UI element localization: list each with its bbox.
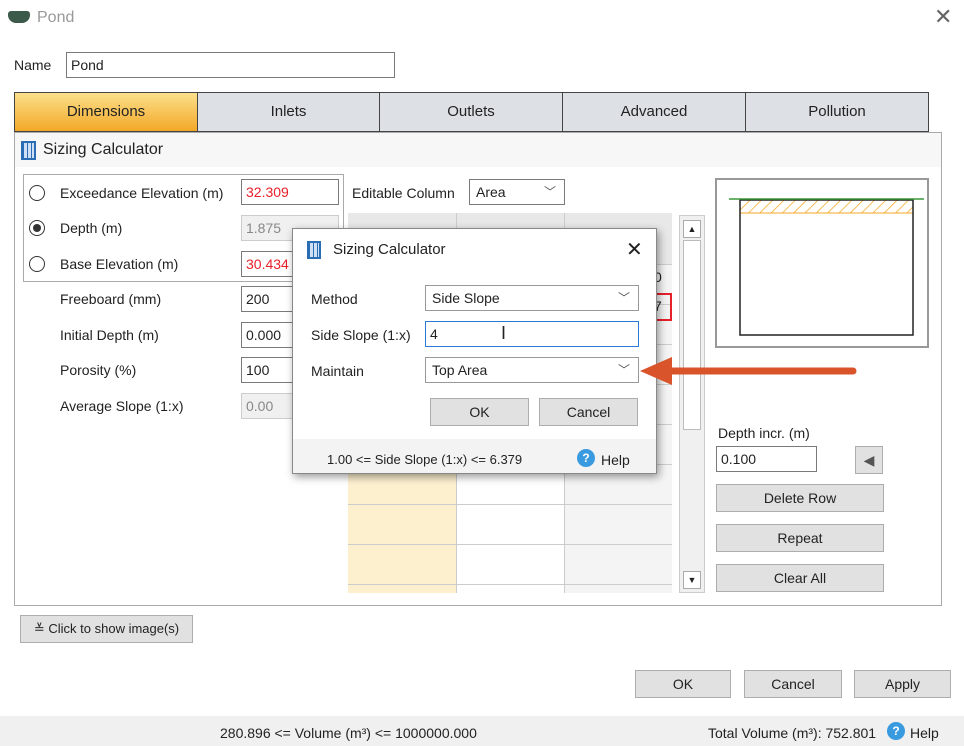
arrow-left-button[interactable]: ◀: [855, 446, 883, 474]
scroll-down-icon[interactable]: ▼: [683, 571, 701, 589]
cancel-button[interactable]: Cancel: [744, 670, 842, 698]
clear-all-button[interactable]: Clear All: [716, 564, 884, 592]
tab-advanced[interactable]: Advanced: [562, 92, 746, 132]
depth-incr-input[interactable]: 0.100: [716, 446, 817, 472]
total-volume: Total Volume (m³): 752.801: [708, 725, 877, 741]
window-title: Pond: [37, 9, 75, 26]
show-images-label: Click to show image(s): [48, 621, 180, 636]
double-chevron-down-icon: ≚: [33, 621, 49, 636]
annotation-arrow: [640, 357, 857, 385]
calculator-icon[interactable]: [21, 141, 36, 160]
dialog-help-link[interactable]: Help: [601, 452, 630, 468]
tab-outlets[interactable]: Outlets: [379, 92, 563, 132]
sizing-calculator-dialog: Sizing Calculator ✕ Method Side Slope ﹀ S…: [292, 228, 657, 474]
side-slope-input[interactable]: 4: [425, 321, 639, 347]
depth-label: Depth (m): [60, 220, 123, 236]
calculator-icon: [307, 241, 321, 259]
table-scrollbar[interactable]: ▲ ▼: [679, 215, 705, 593]
name-label: Name: [14, 57, 52, 73]
dialog-cancel-button[interactable]: Cancel: [539, 398, 638, 426]
help-icon[interactable]: ?: [887, 722, 905, 740]
maintain-select[interactable]: Top Area ﹀: [425, 357, 639, 383]
method-value: Side Slope: [432, 290, 500, 306]
average-slope-label: Average Slope (1:x): [60, 398, 184, 414]
chevron-down-icon: ﹀: [617, 363, 630, 377]
maintain-value: Top Area: [432, 362, 488, 378]
close-icon[interactable]: ✕: [934, 4, 952, 30]
app-icon: [8, 11, 30, 23]
repeat-button[interactable]: Repeat: [716, 524, 884, 552]
editable-column-label: Editable Column: [352, 185, 455, 201]
initial-depth-label: Initial Depth (m): [60, 327, 159, 343]
name-input[interactable]: Pond: [66, 52, 395, 78]
chevron-down-icon: ﹀: [543, 185, 556, 199]
maintain-label: Maintain: [311, 363, 364, 379]
freeboard-hatch: [739, 199, 914, 214]
tab-pollution[interactable]: Pollution: [745, 92, 929, 132]
exceedance-radio[interactable]: [29, 185, 45, 201]
ok-button[interactable]: OK: [635, 670, 731, 698]
side-slope-label: Side Slope (1:x): [311, 327, 411, 343]
depth-incr-label: Depth incr. (m): [718, 425, 810, 441]
pond-diagram: [715, 178, 929, 348]
exceedance-label: Exceedance Elevation (m): [60, 185, 224, 201]
slope-range: 1.00 <= Side Slope (1:x) <= 6.379: [327, 452, 523, 467]
scroll-thumb[interactable]: [683, 240, 701, 430]
help-icon[interactable]: ?: [577, 449, 595, 467]
editable-column-value: Area: [476, 184, 506, 200]
base-radio[interactable]: [29, 256, 45, 272]
volume-range: 280.896 <= Volume (m³) <= 1000000.000: [220, 725, 477, 741]
apply-button[interactable]: Apply: [854, 670, 951, 698]
freeboard-label: Freeboard (mm): [60, 291, 162, 307]
help-link[interactable]: Help: [910, 725, 939, 741]
tab-inlets[interactable]: Inlets: [197, 92, 380, 132]
base-label: Base Elevation (m): [60, 256, 179, 272]
show-images-button[interactable]: ≚ Click to show image(s): [20, 615, 193, 643]
delete-row-button[interactable]: Delete Row: [716, 484, 884, 512]
dialog-close-icon[interactable]: ✕: [626, 237, 643, 262]
chevron-down-icon: ﹀: [617, 291, 630, 305]
depth-radio[interactable]: [29, 220, 45, 236]
editable-column-select[interactable]: Area ﹀: [469, 179, 565, 205]
method-label: Method: [311, 291, 358, 307]
scroll-up-icon[interactable]: ▲: [683, 220, 701, 238]
method-select[interactable]: Side Slope ﹀: [425, 285, 639, 311]
exceedance-input[interactable]: 32.309: [241, 179, 339, 205]
sizing-calculator-link[interactable]: Sizing Calculator: [43, 141, 163, 159]
tab-dimensions[interactable]: Dimensions: [14, 92, 198, 132]
porosity-label: Porosity (%): [60, 362, 137, 378]
dialog-ok-button[interactable]: OK: [430, 398, 529, 426]
dialog-title: Sizing Calculator: [333, 241, 446, 258]
text-cursor-icon: I: [501, 323, 507, 343]
